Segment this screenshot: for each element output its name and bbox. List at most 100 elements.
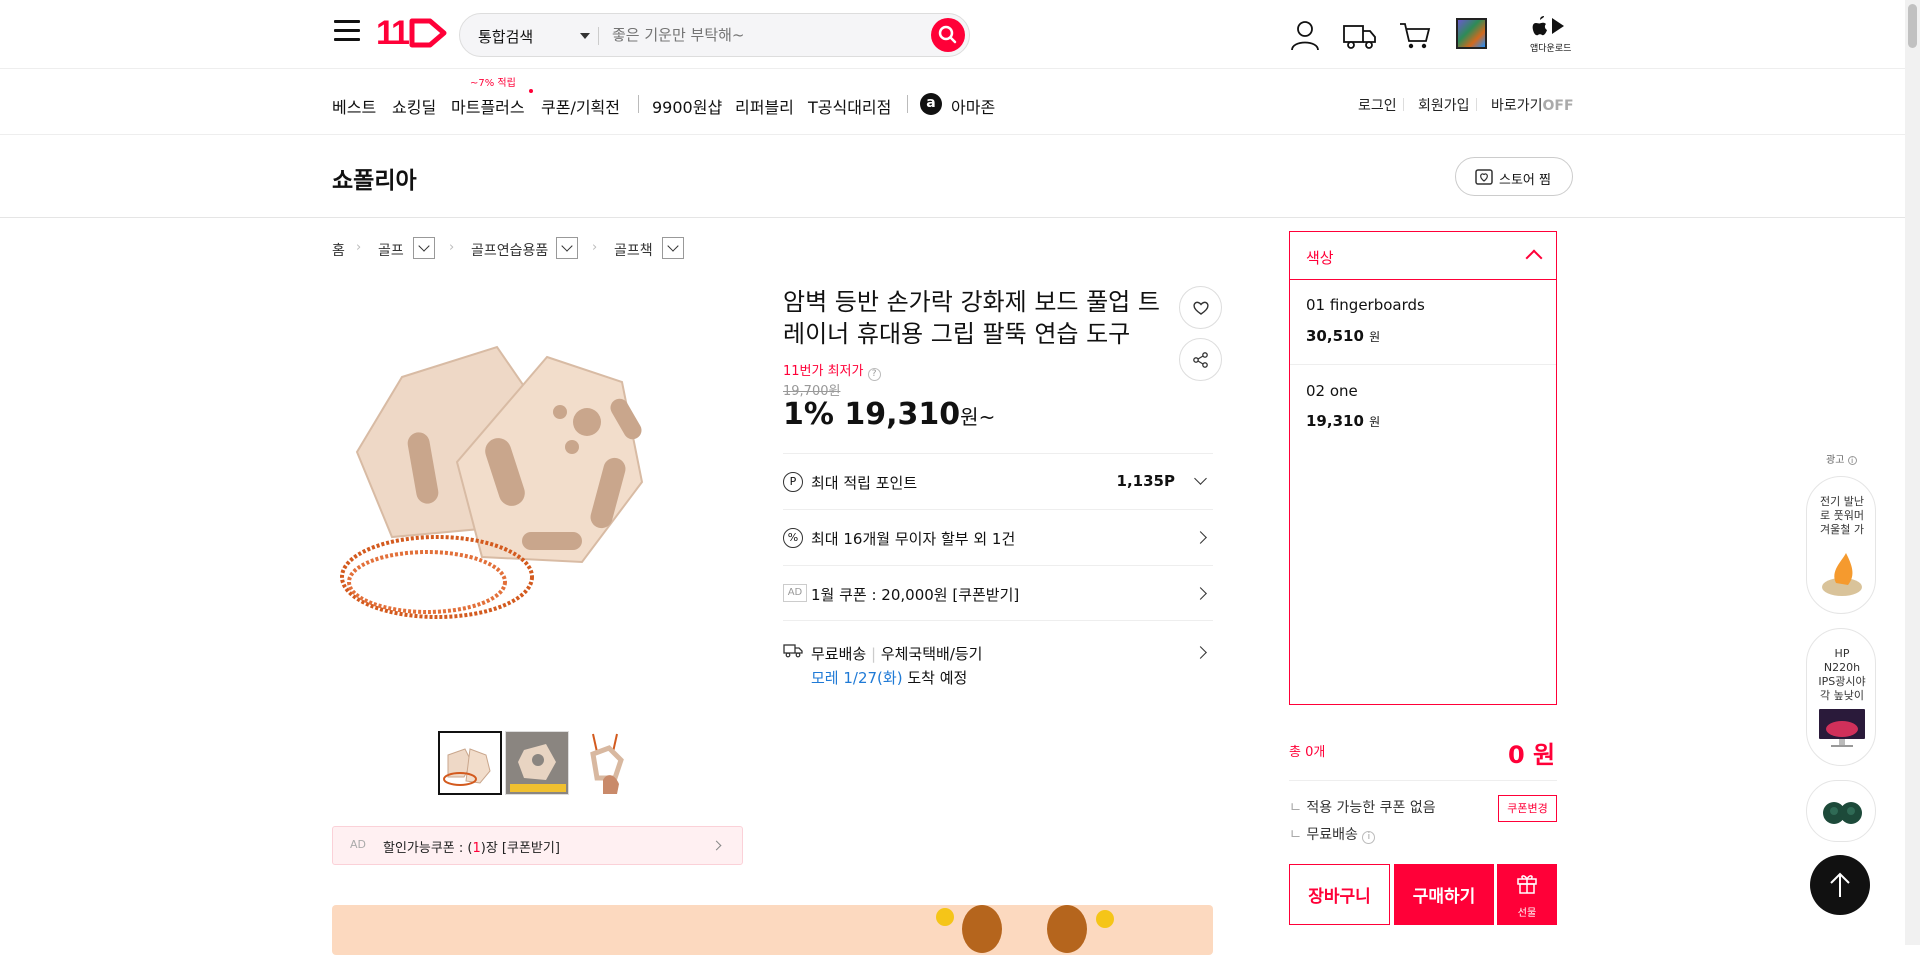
recent-product-thumbnail[interactable] — [1456, 18, 1487, 49]
discount-coupon-count: 1 — [472, 841, 481, 856]
free-shipping-note: ㄴ 무료배송 i — [1289, 824, 1376, 844]
option-panel: 색상 01 fingerboards 30,510 원 02 one 19,31… — [1289, 231, 1557, 705]
scroll-to-top-button[interactable] — [1810, 855, 1870, 915]
gift-button[interactable]: 선물 — [1497, 864, 1557, 925]
breadcrumb-dropdown[interactable] — [662, 237, 684, 259]
total-price: 0 원 — [1508, 741, 1556, 769]
total-count: 총 0개 — [1289, 745, 1326, 760]
side-ad-card[interactable]: 전기 발난로 풋워머 겨울철 가 — [1806, 476, 1876, 614]
search-input[interactable] — [610, 20, 910, 50]
breadcrumb-dropdown[interactable] — [556, 237, 578, 259]
option-item[interactable]: 02 one 19,310 원 — [1290, 366, 1556, 451]
nav-item-refurbly[interactable]: 리퍼블리 — [735, 94, 794, 118]
installment-text: 최대 16개월 무이자 할부 외 1건 — [811, 530, 1016, 548]
divider — [598, 27, 599, 45]
store-zzim-button[interactable]: 스토어 찜 — [1455, 157, 1573, 196]
menu-icon[interactable] — [334, 20, 360, 42]
discount-coupon-suffix: )장 [쿠폰받기] — [480, 841, 560, 856]
product-thumbnail[interactable] — [505, 731, 569, 795]
scrollbar-thumb[interactable] — [1908, 4, 1917, 48]
chevron-right-icon — [1194, 587, 1207, 600]
points-row[interactable]: P 최대 적립 포인트 1,135P — [783, 453, 1213, 509]
share-icon — [1193, 352, 1208, 368]
nav-item-best[interactable]: 베스트 — [332, 94, 376, 118]
breadcrumb-golf-book[interactable]: 골프책 — [614, 240, 653, 260]
logo-arrow-icon — [409, 18, 447, 48]
signup-link[interactable]: 회원가입 — [1418, 95, 1470, 115]
search-button[interactable] — [931, 18, 965, 52]
event-banner[interactable] — [332, 905, 1213, 955]
shipping-info: 무료배송 | 우체국택배/등기 — [811, 645, 983, 663]
nav-item-9900[interactable]: 9900원샵 — [652, 94, 722, 118]
discount-coupon-bar[interactable]: AD 할인가능쿠폰 : (1)장 [쿠폰받기] — [332, 826, 743, 865]
coupon-offer-text: 1월 쿠폰 : 20,000원 [쿠폰받기] — [811, 586, 1020, 604]
option-item-price: 19,310 원 — [1306, 412, 1380, 430]
shipping-method: 우체국택배/등기 — [880, 645, 983, 663]
info-icon[interactable]: i — [1847, 456, 1857, 465]
chevron-down-icon — [1194, 472, 1207, 485]
side-ad-text: HP N220h IPS광시야각 높낮이 — [1818, 647, 1866, 702]
coupon-change-button[interactable]: 쿠폰변경 — [1498, 795, 1557, 822]
option-item[interactable]: 01 fingerboards 30,510 원 — [1290, 280, 1556, 365]
nav-item-t-store[interactable]: T공식대리점 — [808, 94, 891, 118]
add-to-cart-button[interactable]: 장바구니 — [1289, 864, 1390, 925]
product-thumbnail[interactable] — [572, 731, 636, 795]
installment-row[interactable]: % 최대 16개월 무이자 할부 외 1건 — [783, 509, 1213, 565]
app-download-icon[interactable] — [1530, 14, 1570, 38]
divider — [1289, 780, 1557, 781]
page-scrollbar[interactable] — [1905, 0, 1920, 945]
ad-tag: AD — [783, 584, 807, 602]
product-title: 암벽 등반 손가락 강화제 보드 풀업 트레이너 휴대용 그립 팔뚝 연습 도구 — [783, 288, 1160, 348]
breadcrumb-golf[interactable]: 골프 — [378, 240, 404, 260]
no-coupon-note: ㄴ 적용 가능한 쿠폰 없음 — [1289, 800, 1436, 816]
nav-item-coupon[interactable]: 쿠폰/기획전 — [541, 94, 620, 118]
login-link[interactable]: 로그인 — [1358, 95, 1397, 115]
nav-item-mart-plus[interactable]: 마트플러스 — [451, 94, 525, 118]
breadcrumb-dropdown[interactable] — [413, 237, 435, 259]
buy-now-button[interactable]: 구매하기 — [1394, 864, 1494, 925]
divider — [638, 95, 639, 113]
arrival-info: 모레 1/27(화) 도착 예정 — [811, 667, 967, 688]
shortcut-toggle[interactable]: 바로가기OFF — [1491, 95, 1574, 115]
shortcut-label: 바로가기 — [1491, 98, 1543, 114]
nav-item-shocking-deal[interactable]: 쇼킹딜 — [392, 94, 436, 118]
arrival-suffix: 도착 예정 — [907, 669, 968, 687]
app-download-label[interactable]: 앱다운로드 — [1530, 41, 1571, 54]
shipping-row[interactable]: 무료배송 | 우체국택배/등기 모레 1/27(화) 도착 예정 — [783, 620, 1213, 690]
ad-tag: AD — [350, 838, 366, 851]
store-name[interactable]: 쇼폴리아 — [332, 161, 417, 195]
delivery-truck-icon[interactable] — [1342, 18, 1378, 52]
ad-label-text: 광고 — [1826, 455, 1845, 466]
site-logo[interactable]: 11 — [376, 14, 448, 53]
wishlist-button[interactable] — [1179, 286, 1222, 329]
breadcrumb-golf-practice[interactable]: 골프연습용품 — [471, 240, 548, 260]
help-icon[interactable]: ? — [867, 368, 881, 381]
info-icon[interactable]: i — [1362, 831, 1376, 844]
ad-label: 광고 i — [1826, 451, 1857, 466]
coupon-offer-row[interactable]: AD 1월 쿠폰 : 20,000원 [쿠폰받기] — [783, 565, 1213, 621]
cart-icon[interactable] — [1398, 18, 1432, 52]
horse-mascot-icon — [936, 905, 1114, 953]
nav-item-amazon[interactable]: 아마존 — [951, 94, 995, 118]
product-thumbnail[interactable] — [438, 731, 502, 795]
discount-rate: 1% — [783, 397, 834, 432]
option-header[interactable]: 색상 — [1290, 232, 1556, 280]
breadcrumb-home[interactable]: 홈 — [332, 240, 345, 260]
user-icon[interactable] — [1288, 18, 1322, 52]
heart-icon — [1193, 301, 1209, 315]
chevron-right-icon — [1194, 531, 1207, 544]
gift-icon — [1517, 875, 1537, 894]
free-shipping-text: 무료배송 — [1306, 827, 1358, 843]
chevron-down-icon[interactable] — [580, 33, 590, 39]
foot-warmer-icon — [1822, 553, 1862, 596]
shortcut-state: OFF — [1542, 98, 1574, 114]
search-category-select[interactable]: 통합검색 — [478, 26, 533, 47]
chevron-up-icon[interactable] — [1525, 249, 1543, 267]
share-button[interactable] — [1179, 338, 1222, 381]
side-ad-card[interactable]: HP N220h IPS광시야각 높낮이 — [1806, 628, 1876, 766]
side-ad-card[interactable] — [1806, 780, 1876, 842]
product-main-image[interactable] — [332, 282, 744, 694]
amazon-icon[interactable]: a — [920, 93, 942, 115]
store-heart-icon — [1475, 169, 1493, 185]
top-header: 11 통합검색 앱다운로드 — [0, 0, 1905, 69]
